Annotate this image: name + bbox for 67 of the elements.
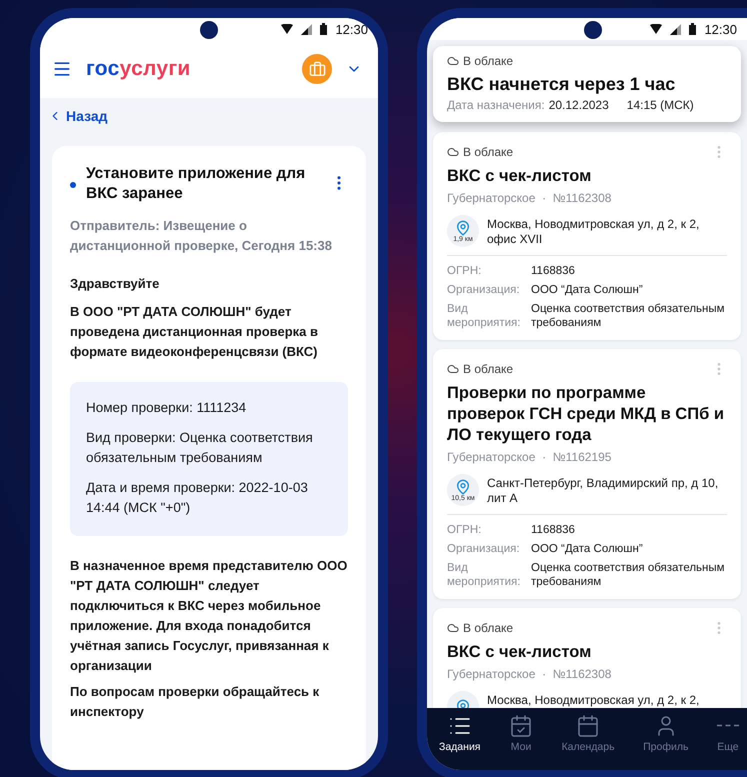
- camera-dot: [200, 21, 218, 39]
- cloud-icon: [447, 146, 459, 158]
- status-time: 12:30: [704, 22, 737, 36]
- cloud-tag: В облаке: [463, 54, 514, 68]
- field-label: Организация:: [447, 283, 521, 297]
- address-text: Москва, Новодмитровская ул, д 2, к 2,: [487, 692, 700, 708]
- notification-card[interactable]: В облаке ВКС начнется через 1 час Дата назначения: 20.12.2023 14:15 (МСК): [433, 46, 741, 122]
- field-value: ООО “Дата Солюшн”: [531, 542, 644, 556]
- camera-dot: [584, 21, 602, 39]
- notification-date: Дата назначения: 20.12.2023 14:15 (МСК): [447, 98, 695, 112]
- wifi-icon: [281, 24, 294, 34]
- field-value: Оценка соответствия обязательным требованиям: [531, 561, 726, 589]
- cloud-tag: В облаке: [463, 621, 514, 635]
- message-paragraph: По вопросам проверки обращайтесь к инспектору: [70, 683, 320, 721]
- field-label: ОГРН:: [447, 523, 482, 537]
- notification-title: ВКС начнется через 1 час: [447, 74, 676, 95]
- status-time: 12:30: [335, 22, 368, 36]
- nav-tab[interactable]: Профиль: [639, 712, 692, 770]
- greeting-text: Здравствуйте: [70, 275, 160, 293]
- task-title: ВКС с чек-листом: [447, 166, 592, 187]
- task-subtitle: Губернаторское · №1162308: [447, 667, 612, 681]
- cloud-tag: В облаке: [463, 362, 514, 376]
- nav-tab[interactable]: Календарь: [558, 712, 619, 770]
- battery-icon: [689, 23, 696, 35]
- nav-tab[interactable]: Мои: [505, 712, 538, 770]
- dashes-icon: [716, 724, 739, 727]
- task-title: ВКС с чек-листом: [447, 642, 592, 663]
- message-sender: Отправитель: Извещение о дистанционной проверке, Сегодня 15:38: [70, 217, 333, 255]
- field-label: Организация:: [447, 542, 521, 556]
- detail-text: Вид проверки: Оценка соответствия обязательным требованиям: [86, 429, 314, 467]
- task-card[interactable]: [433, 349, 741, 599]
- detail-text: Номер проверки: 1111234: [86, 399, 248, 417]
- address-text: Москва, Новодмитровская ул, д 2, к 2, офис XVII: [487, 216, 700, 247]
- intro-text: В ООО "РТ ДАТА СОЛЮШН" будет проведена дистанционная проверка в формате видеоконференцсвязи (ВКС): [70, 303, 320, 361]
- cloud-tag: В облаке: [463, 145, 514, 159]
- task-card[interactable]: В облаке ВКС с чек-листом Губернаторское · №1162308 Москва, Новодмитровская ул, д 2, к 2,: [433, 608, 741, 708]
- address-text: Санкт-Петербург, Владимирский пр, д 10, лит А: [487, 475, 720, 506]
- nav-tab[interactable]: Еще: [712, 712, 743, 770]
- logo: госуслуги: [86, 57, 192, 81]
- nav-tab[interactable]: Задания: [435, 712, 484, 770]
- signal-icon: [670, 24, 682, 34]
- cloud-icon: [447, 622, 459, 634]
- task-subtitle: Губернаторское · №1162308: [447, 191, 612, 205]
- field-label: ОГРН:: [447, 264, 482, 278]
- calendar-check-icon: [509, 714, 534, 738]
- field-value: 1168836: [531, 523, 576, 537]
- task-title: Проверки по программе проверок ГСН среди МКД в СПб и ЛО текущего года: [447, 383, 725, 446]
- wifi-icon: [650, 24, 662, 34]
- briefcase-icon: [308, 60, 326, 78]
- signal-icon: [301, 24, 312, 34]
- field-value: 1168836: [531, 264, 576, 278]
- message-title: Установите приложение для ВКС заранее: [86, 164, 306, 204]
- field-label: Вид мероприятия:: [447, 561, 522, 589]
- field-value: ООО “Дата Солюшн”: [531, 283, 644, 297]
- map-pin-icon: [455, 220, 471, 236]
- field-label: Вид мероприятия:: [447, 302, 522, 330]
- battery-icon: [320, 23, 328, 35]
- task-subtitle: Губернаторское · №1162195: [447, 450, 612, 464]
- detail-text: Дата и время проверки: 2022-10-03 14:44 (МСК "+0"): [86, 479, 309, 517]
- back-link[interactable]: Назад: [48, 108, 108, 124]
- cloud-icon: [447, 363, 459, 375]
- map-pin-icon: [455, 478, 471, 494]
- field-value: Оценка соответствия обязательным требованиям: [531, 302, 726, 330]
- message-paragraph: В назначенное время представителю ООО "РТ ДАТА СОЛЮШН" следует подключиться к ВКС через мобильное приложение. Для входа понадобится учётная запись Госуслуг, привязанная к организации: [70, 557, 348, 675]
- cloud-icon: [447, 55, 459, 67]
- calendar-icon: [576, 714, 600, 738]
- task-card[interactable]: [433, 132, 741, 340]
